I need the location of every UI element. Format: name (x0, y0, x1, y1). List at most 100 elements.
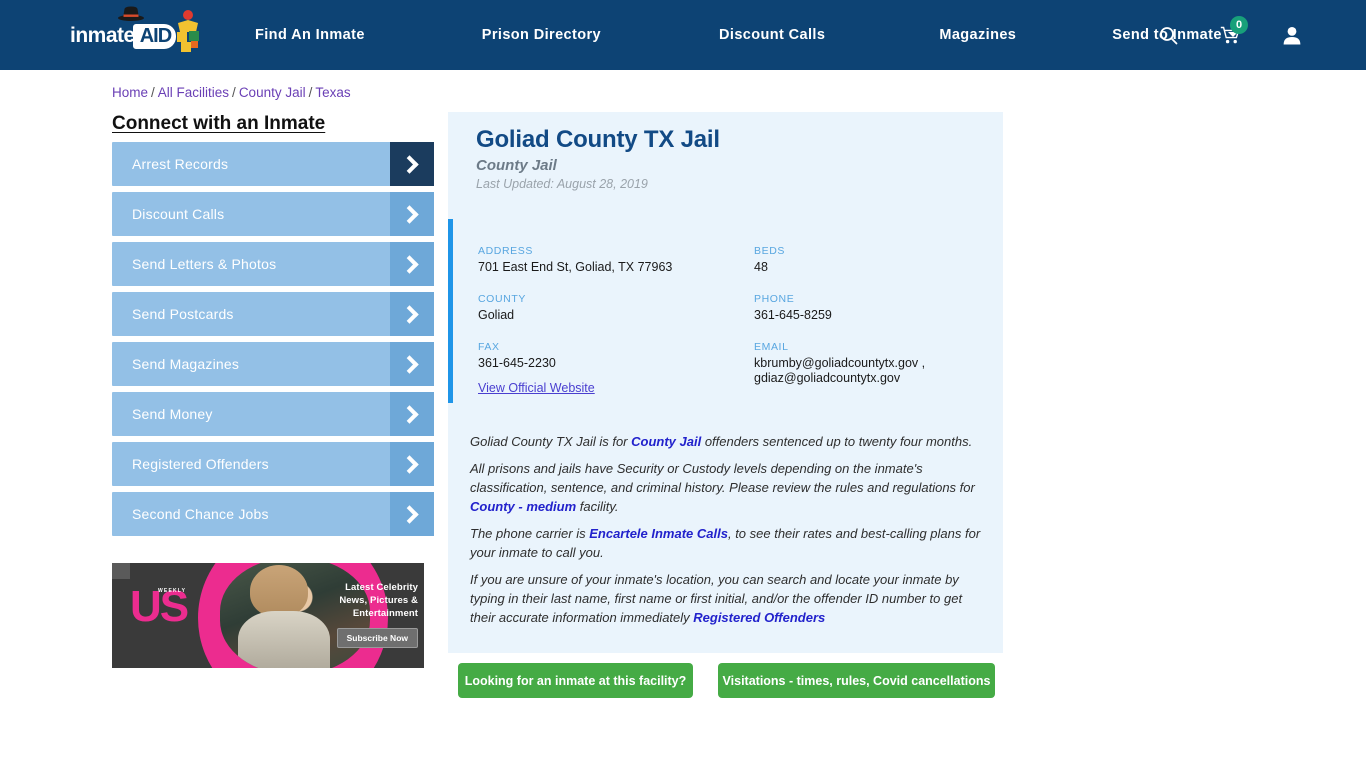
p2-text-before: All prisons and jails have Security or C… (470, 461, 975, 495)
field-address: ADDRESS 701 East End St, Goliad, TX 7796… (478, 245, 754, 275)
field-label: EMAIL (754, 341, 789, 353)
nav-item-find-an-inmate[interactable]: Find An Inmate (255, 27, 365, 43)
sidebar-item-discount-calls[interactable]: Discount Calls (112, 192, 434, 236)
p1-text-after: offenders sentenced up to twenty four mo… (701, 434, 973, 449)
email-address-1[interactable]: kbrumby@goliadcountytx.gov , (754, 356, 978, 371)
field-value: 361-645-2230 (478, 356, 556, 370)
field-beds: BEDS 48 (754, 245, 978, 275)
sidebar-item-label: Send Money (132, 406, 213, 422)
sidebar-item-send-postcards[interactable]: Send Postcards (112, 292, 434, 336)
advertisement-banner[interactable]: US WEEKLY Latest Celebrity News, Picture… (112, 563, 424, 668)
facility-detail-card: Goliad County TX Jail County Jail Last U… (448, 112, 1003, 653)
logo-decoration-icon (177, 10, 199, 52)
ad-copy-line: Entertainment (352, 608, 418, 619)
field-fax: FAX 361-645-2230 (478, 341, 754, 386)
sidebar-item-send-magazines[interactable]: Send Magazines (112, 342, 434, 386)
field-email: EMAIL kbrumby@goliadcountytx.gov , gdiaz… (754, 341, 978, 386)
logo-hat-icon (118, 6, 144, 21)
field-value: 48 (754, 260, 768, 274)
facility-description: Goliad County TX Jail is for County Jail… (470, 432, 985, 635)
field-phone: PHONE 361-645-8259 (754, 293, 978, 323)
sidebar-item-label: Second Chance Jobs (132, 506, 269, 522)
description-paragraph-3: The phone carrier is Encartele Inmate Ca… (470, 524, 985, 562)
p1-text-before: Goliad County TX Jail is for (470, 434, 632, 449)
breadcrumb-item-home[interactable]: Home (112, 85, 148, 100)
field-value: Goliad (478, 308, 515, 322)
field-label: COUNTY (478, 293, 526, 305)
field-label: BEDS (754, 245, 785, 257)
field-county: COUNTY Goliad (478, 293, 754, 323)
accent-bar (448, 219, 453, 403)
chevron-right-icon (390, 242, 434, 286)
breadcrumb-separator: / (308, 85, 313, 100)
sidebar-item-send-letters-photos[interactable]: Send Letters & Photos (112, 242, 434, 286)
nav-icon-group: 0 (1148, 0, 1366, 70)
field-value: 361-645-8259 (754, 308, 832, 322)
sidebar-heading: Connect with an Inmate (112, 113, 326, 134)
chevron-right-icon (390, 292, 434, 336)
field-label: FAX (478, 341, 500, 353)
sidebar-item-label: Send Postcards (132, 306, 234, 322)
link-county-jail[interactable]: County Jail (631, 434, 701, 449)
logo-wordmark: inmate (70, 24, 135, 47)
chevron-right-icon (390, 342, 434, 386)
sidebar-item-registered-offenders[interactable]: Registered Offenders (112, 442, 434, 486)
chevron-right-icon (390, 142, 434, 186)
ad-copy-line: News, Pictures & (339, 595, 418, 606)
cart-count-badge: 0 (1230, 16, 1248, 34)
facility-info-panel: ADDRESS 701 East End St, Goliad, TX 7796… (448, 219, 1003, 403)
facility-type: County Jail (476, 157, 557, 174)
field-label: PHONE (754, 293, 795, 305)
sidebar-item-label: Send Letters & Photos (132, 256, 277, 272)
p2-text-after: facility. (576, 499, 619, 514)
nav-item-magazines[interactable]: Magazines (939, 27, 1016, 43)
breadcrumb-item-county-jail[interactable]: County Jail (239, 85, 306, 100)
sidebar-item-label: Arrest Records (132, 156, 229, 172)
sidebar-menu: Arrest Records Discount Calls Send Lette… (112, 142, 434, 542)
breadcrumb-item-texas[interactable]: Texas (315, 85, 350, 100)
site-logo[interactable]: inmate AID (70, 6, 199, 56)
last-updated-text: Last Updated: August 28, 2019 (476, 177, 648, 191)
ad-corner-marker (112, 563, 130, 579)
breadcrumb-separator: / (151, 85, 155, 100)
chevron-right-icon (390, 392, 434, 436)
chevron-right-icon (390, 492, 434, 536)
logo-badge: AID (132, 23, 177, 49)
description-paragraph-1: Goliad County TX Jail is for County Jail… (470, 432, 985, 451)
field-value: 701 East End St, Goliad, TX 77963 (478, 260, 673, 274)
view-official-website-link[interactable]: View Official Website (478, 381, 595, 395)
top-navigation-bar: inmate AID Find An Inmate Prison Director… (0, 0, 1366, 70)
breadcrumb-item-all-facilities[interactable]: All Facilities (158, 85, 229, 100)
chevron-right-icon (390, 192, 434, 236)
cart-icon[interactable]: 0 (1210, 15, 1250, 55)
email-address-2[interactable]: gdiaz@goliadcountytx.gov (754, 371, 978, 386)
field-value-email: kbrumby@goliadcountytx.gov , gdiaz@golia… (754, 356, 978, 386)
looking-for-inmate-button[interactable]: Looking for an inmate at this facility? (458, 663, 693, 698)
ad-copy-line: Latest Celebrity (345, 582, 418, 593)
user-icon[interactable] (1272, 15, 1312, 55)
sidebar-item-label: Registered Offenders (132, 456, 269, 472)
ad-copy-block: Latest Celebrity News, Pictures & Entert… (320, 581, 418, 648)
ad-brand-sublabel: WEEKLY (158, 588, 187, 594)
ad-subscribe-button[interactable]: Subscribe Now (336, 628, 418, 648)
sidebar-item-arrest-records[interactable]: Arrest Records (112, 142, 434, 186)
p3-text-before: The phone carrier is (470, 526, 590, 541)
sidebar-item-label: Send Magazines (132, 356, 240, 372)
search-icon[interactable] (1148, 15, 1188, 55)
nav-item-discount-calls[interactable]: Discount Calls (719, 27, 825, 43)
page-title: Goliad County TX Jail (476, 126, 720, 153)
chevron-right-icon (390, 442, 434, 486)
facility-header: Goliad County TX Jail County Jail Last U… (448, 112, 1003, 191)
sidebar-item-label: Discount Calls (132, 206, 225, 222)
link-registered-offenders[interactable]: Registered Offenders (693, 610, 825, 625)
link-encartele-inmate-calls[interactable]: Encartele Inmate Calls (589, 526, 728, 541)
primary-nav-links: Find An Inmate Prison Directory Discount… (255, 0, 1238, 70)
field-label: ADDRESS (478, 245, 533, 257)
sidebar-item-send-money[interactable]: Send Money (112, 392, 434, 436)
sidebar-item-second-chance-jobs[interactable]: Second Chance Jobs (112, 492, 434, 536)
visitations-button[interactable]: Visitations - times, rules, Covid cancel… (718, 663, 995, 698)
description-paragraph-2: All prisons and jails have Security or C… (470, 459, 985, 516)
link-county-medium[interactable]: County - medium (470, 499, 576, 514)
nav-item-prison-directory[interactable]: Prison Directory (482, 27, 601, 43)
description-paragraph-4: If you are unsure of your inmate's locat… (470, 570, 985, 627)
